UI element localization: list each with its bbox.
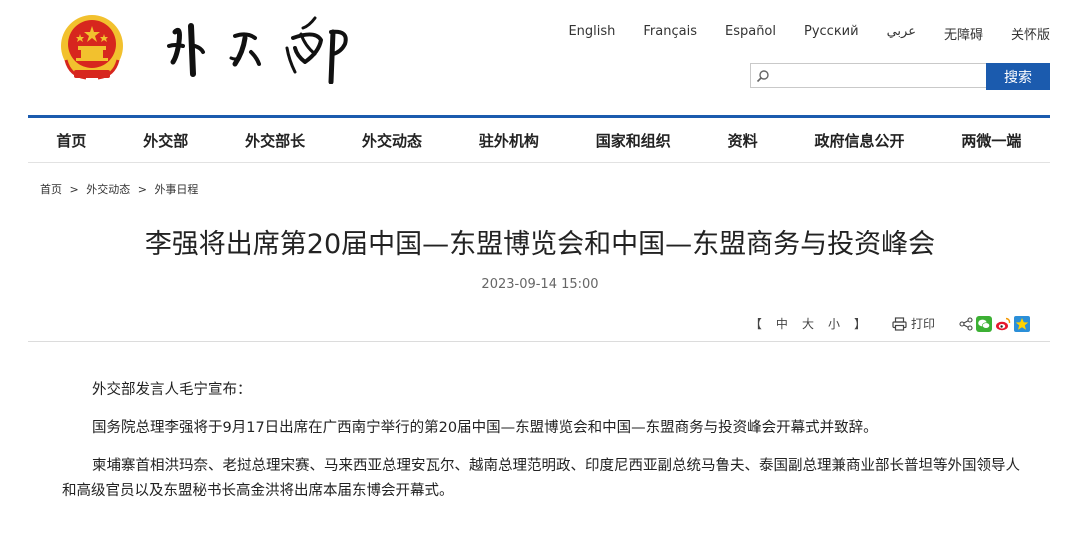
nav-item-government-info[interactable]: 政府信息公开: [815, 130, 905, 151]
breadcrumb-diplomatic-news[interactable]: 外交动态: [86, 183, 130, 196]
lang-spanish-link[interactable]: Español: [725, 24, 776, 43]
article-body: 外交部发言人毛宁宣布： 国务院总理李强将于9月17日出席在广西南宁举行的第20届…: [62, 378, 1034, 517]
print-label: 打印: [910, 317, 935, 331]
nav-item-resources[interactable]: 资料: [728, 130, 758, 151]
nav-item-minister[interactable]: 外交部长: [245, 130, 305, 151]
search-bar: 搜索: [750, 63, 1050, 90]
elderly-care-version-link[interactable]: 关怀版: [1011, 24, 1050, 43]
nav-bottom-border: [28, 162, 1050, 163]
national-emblem-icon[interactable]: [56, 12, 128, 84]
breadcrumb-home[interactable]: 首页: [40, 183, 62, 196]
lang-arabic-link[interactable]: عربي: [887, 24, 916, 43]
nav-item-diplomatic-news[interactable]: 外交动态: [362, 130, 422, 151]
language-bar: English Français Español Русский عربي 无障…: [540, 24, 1050, 43]
search-input[interactable]: [750, 63, 986, 88]
nav-item-social-media[interactable]: 两微一端: [961, 130, 1021, 151]
wechat-icon[interactable]: [976, 315, 992, 332]
font-size-medium-button[interactable]: 中: [776, 315, 788, 332]
article-tools: 【 中 大 小 】 打印: [750, 315, 1030, 332]
article-paragraph: 柬埔寨首相洪玛奈、老挝总理宋赛、马来西亚总理安瓦尔、越南总理范明政、印度尼西亚副…: [62, 458, 1020, 499]
main-nav: 首页 外交部 外交部长 外交动态 驻外机构 国家和组织 资料 政府信息公开 两微…: [28, 118, 1050, 162]
article-date: 2023-09-14 15:00: [481, 277, 599, 292]
nav-item-countries-organizations[interactable]: 国家和组织: [596, 130, 671, 151]
page: English Français Español Русский عربي 无障…: [0, 0, 1080, 549]
font-size-bracket-open: 【: [749, 317, 762, 331]
font-size-bracket-close: 】: [853, 317, 866, 331]
printer-icon: [892, 316, 907, 331]
lang-russian-link[interactable]: Русский: [804, 24, 859, 43]
search-button[interactable]: 搜索: [986, 63, 1050, 90]
share-icon[interactable]: [959, 316, 973, 331]
nav-item-ministry[interactable]: 外交部: [143, 130, 188, 151]
breadcrumb-separator: >: [137, 183, 147, 196]
search-icon: [756, 70, 769, 83]
article-paragraph: 国务院总理李强将于9月17日出席在广西南宁举行的第20届中国—东盟博览会和中国—…: [92, 420, 878, 436]
share-group: [959, 315, 1030, 332]
font-size-small-button[interactable]: 小: [828, 315, 840, 332]
ministry-calligraphy-logo[interactable]: [165, 12, 365, 84]
nav-item-home[interactable]: 首页: [56, 130, 86, 151]
lang-english-link[interactable]: English: [568, 24, 615, 43]
print-button[interactable]: 打印: [892, 315, 935, 332]
breadcrumb-separator: >: [69, 183, 79, 196]
lang-french-link[interactable]: Français: [643, 24, 697, 43]
nav-item-missions-abroad[interactable]: 驻外机构: [479, 130, 539, 151]
article-title: 李强将出席第20届中国—东盟博览会和中国—东盟商务与投资峰会: [144, 229, 936, 260]
tools-divider: [28, 341, 1050, 342]
accessibility-link[interactable]: 无障碍: [944, 24, 983, 43]
font-size-selector: 【 中 大 小 】: [750, 315, 866, 332]
article-paragraph: 外交部发言人毛宁宣布：: [92, 382, 252, 398]
qzone-icon[interactable]: [1014, 315, 1030, 332]
breadcrumb: 首页 > 外交动态 > 外事日程: [40, 181, 198, 197]
weibo-icon[interactable]: [995, 316, 1011, 332]
font-size-large-button[interactable]: 大: [802, 315, 814, 332]
breadcrumb-foreign-affairs-schedule[interactable]: 外事日程: [154, 183, 198, 196]
